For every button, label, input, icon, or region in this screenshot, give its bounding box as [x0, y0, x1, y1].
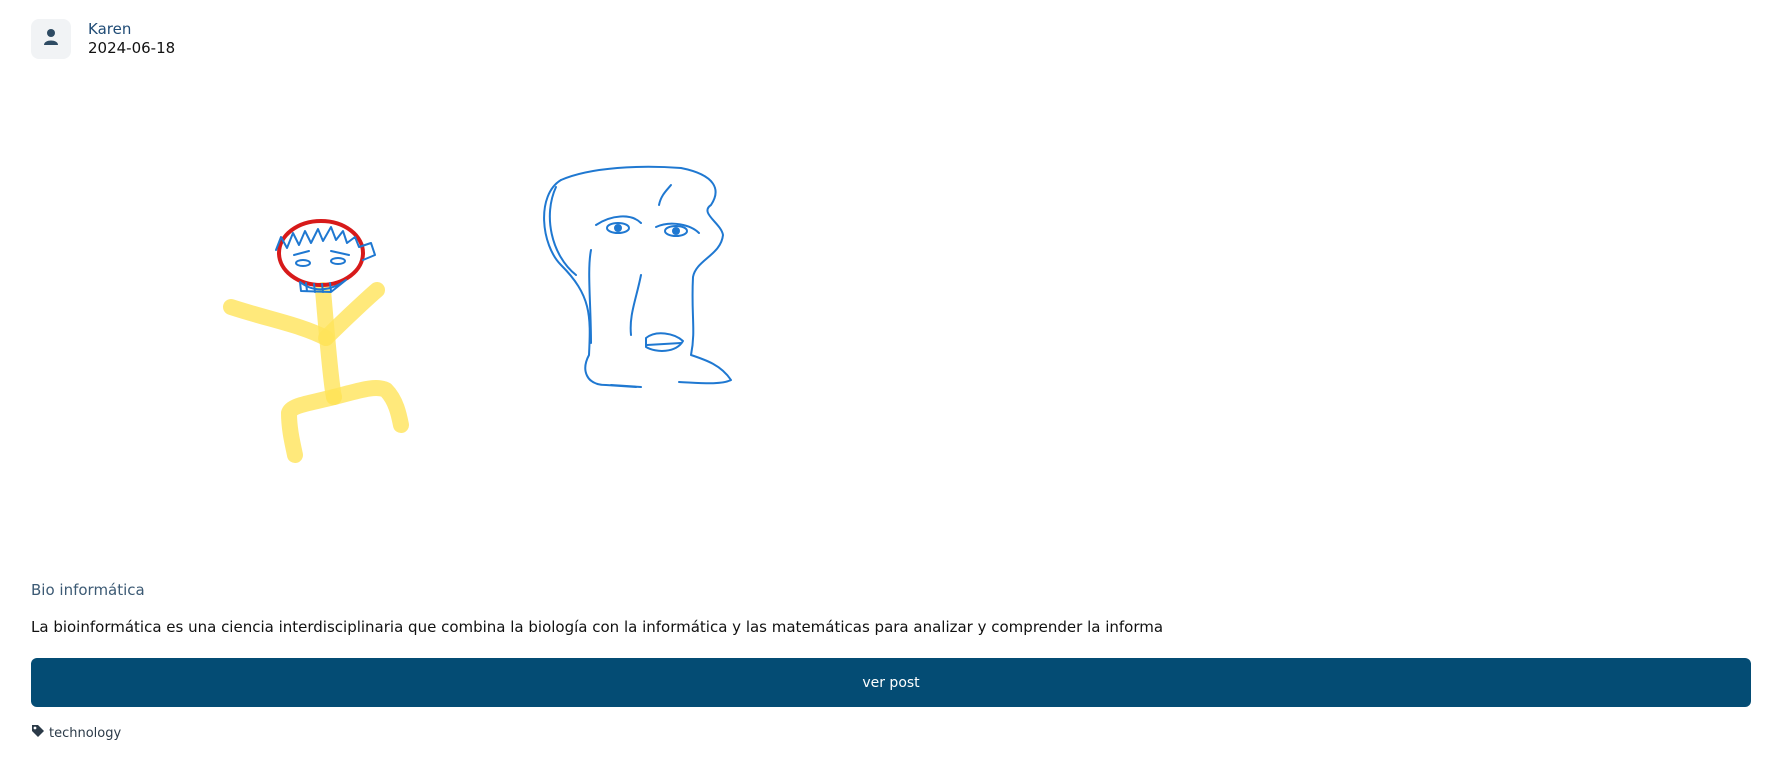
avatar — [31, 19, 71, 59]
post-date: 2024-06-18 — [88, 39, 176, 57]
sketch-character — [543, 165, 732, 388]
user-icon — [43, 28, 59, 50]
sketch-stick-figure — [223, 282, 409, 463]
author-name[interactable]: Karen — [88, 20, 175, 39]
post-title: Bio informática — [31, 581, 145, 599]
post-image — [31, 85, 1751, 565]
tag-icon — [31, 724, 45, 742]
view-post-button[interactable]: ver post — [31, 658, 1751, 707]
post-excerpt: La bioinformática es una ciencia interdi… — [31, 618, 1164, 636]
post-card: Karen 2024-06-18 Bio informática La bioi… — [0, 0, 1779, 758]
sketch-head-circle — [277, 219, 365, 287]
tag-label[interactable]: technology — [49, 726, 121, 741]
tag-row[interactable]: technology — [31, 724, 121, 742]
author-meta: Karen 2024-06-18 — [88, 20, 175, 58]
author-row: Karen 2024-06-18 — [31, 19, 175, 59]
